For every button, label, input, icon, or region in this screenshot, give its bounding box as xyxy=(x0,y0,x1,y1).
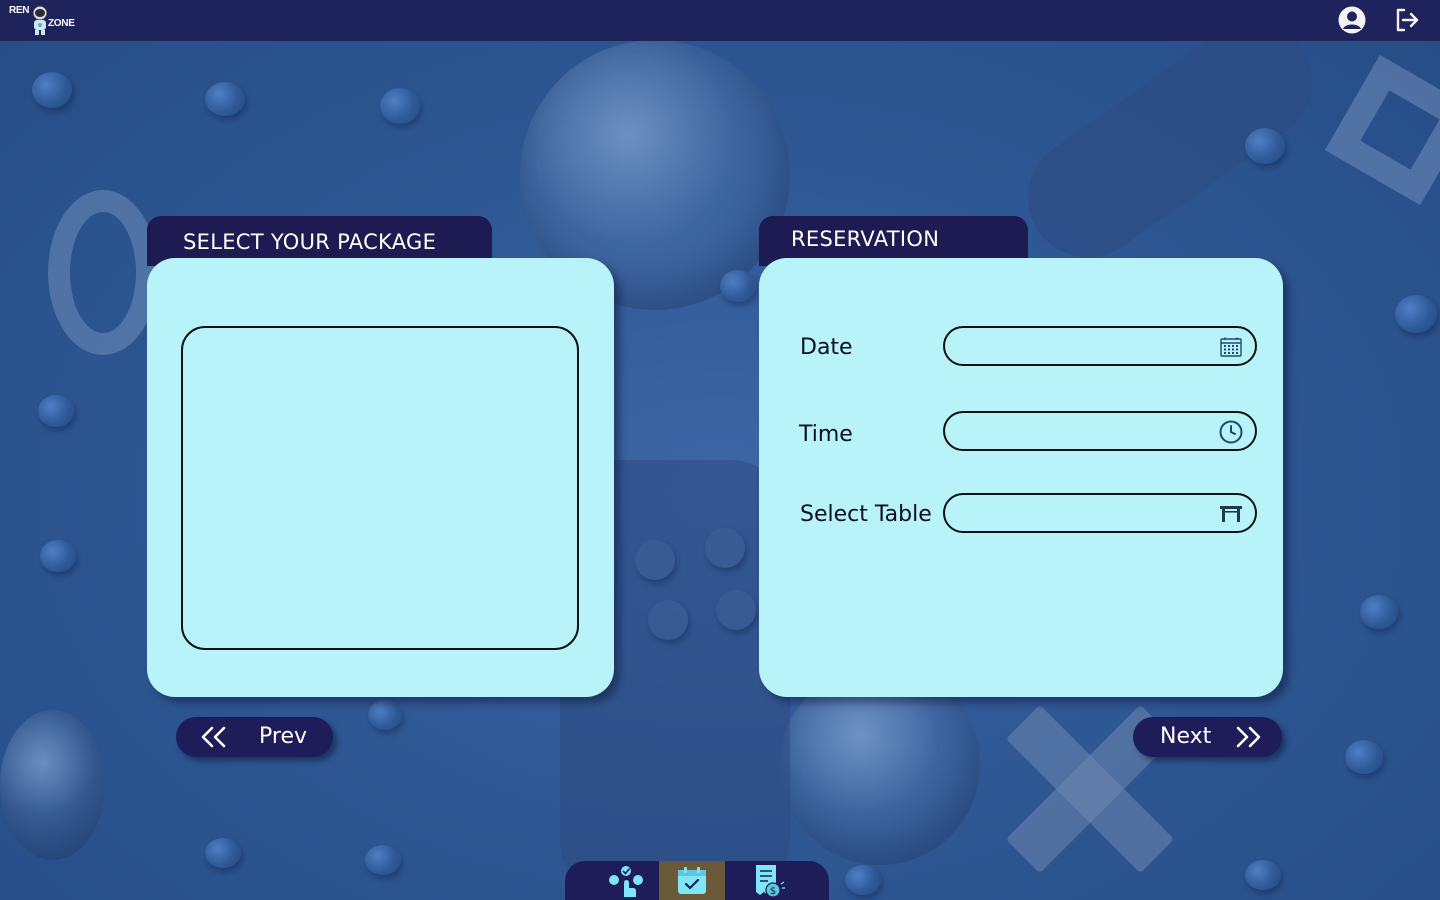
time-field[interactable] xyxy=(943,411,1257,451)
package-list-box[interactable] xyxy=(181,326,579,650)
svg-text:$: $ xyxy=(770,886,776,897)
time-label: Time xyxy=(799,422,853,447)
double-chevron-right-icon xyxy=(1236,726,1261,748)
bubble-decoration xyxy=(720,270,756,302)
bubble-decoration xyxy=(716,590,756,630)
bubble-decoration xyxy=(705,528,745,568)
bubble-decoration xyxy=(845,865,881,895)
bubble-decoration xyxy=(32,72,72,108)
date-field[interactable] xyxy=(943,326,1257,366)
dock-item-select-package[interactable] xyxy=(593,861,659,900)
select-package-icon xyxy=(609,865,643,897)
package-panel-title: SELECT YOUR PACKAGE xyxy=(183,230,437,254)
logout-icon[interactable] xyxy=(1392,5,1422,35)
bubble-decoration xyxy=(205,82,245,116)
square-shape-decoration xyxy=(1324,54,1440,206)
user-avatar-icon[interactable] xyxy=(1337,5,1367,35)
calendar-icon[interactable] xyxy=(1219,335,1243,359)
bubble-decoration xyxy=(1360,595,1398,629)
time-input[interactable] xyxy=(959,419,1209,443)
bubble-decoration xyxy=(1345,740,1383,774)
select-table-input[interactable] xyxy=(959,501,1209,525)
controller-decoration xyxy=(1004,0,1336,281)
bubble-decoration xyxy=(40,540,76,572)
bubble-decoration xyxy=(365,845,401,875)
circle-shape-decoration xyxy=(48,190,158,355)
bubble-decoration xyxy=(1395,295,1437,333)
prev-button-label: Prev xyxy=(259,724,307,749)
app-logo[interactable]: REN ZONE xyxy=(8,3,78,37)
dock-item-payment[interactable]: $ xyxy=(735,861,801,900)
select-table-field[interactable] xyxy=(943,493,1257,533)
next-button[interactable]: Next xyxy=(1133,717,1282,757)
bubble-decoration xyxy=(205,838,241,868)
bubble-decoration xyxy=(648,600,688,640)
bubble-decoration xyxy=(380,88,420,124)
bubble-decoration xyxy=(1245,860,1281,890)
reservation-panel-title: RESERVATION xyxy=(791,227,940,251)
bottom-step-dock: $ xyxy=(565,861,829,900)
double-chevron-left-icon xyxy=(201,726,226,748)
clock-icon[interactable] xyxy=(1219,420,1243,444)
bubble-decoration xyxy=(368,700,402,730)
dock-item-reservation[interactable] xyxy=(659,861,725,900)
bubble-decoration xyxy=(38,395,74,427)
next-button-label: Next xyxy=(1160,724,1212,749)
calendar-check-icon xyxy=(678,866,706,894)
prev-button[interactable]: Prev xyxy=(176,717,333,757)
logo-text-top: REN xyxy=(9,5,30,16)
sphere-decoration xyxy=(0,710,105,860)
top-navigation-bar: REN ZONE xyxy=(0,0,1440,41)
reservation-panel: Date Time Select Table xyxy=(759,258,1283,697)
logo-text-bottom: ZONE xyxy=(48,18,75,29)
bubble-decoration xyxy=(1245,128,1285,164)
date-label: Date xyxy=(800,335,853,360)
astronaut-logo-icon xyxy=(32,5,48,35)
bubble-decoration xyxy=(635,540,675,580)
table-icon[interactable] xyxy=(1219,502,1243,526)
date-input[interactable] xyxy=(959,334,1209,358)
invoice-payment-icon: $ xyxy=(756,864,785,898)
package-panel xyxy=(147,258,614,697)
select-table-label: Select Table xyxy=(800,502,932,527)
